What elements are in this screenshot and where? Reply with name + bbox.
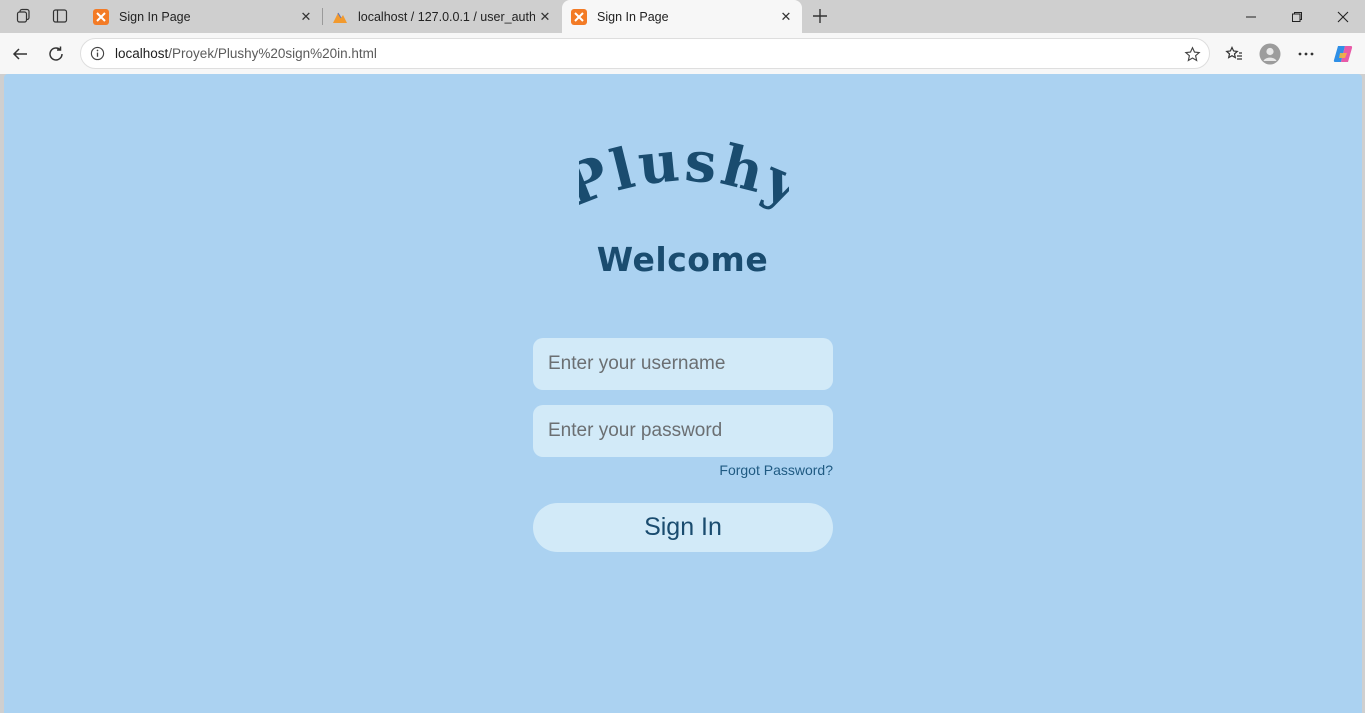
close-tab-icon[interactable]: ✕ [296, 7, 316, 27]
new-tab-button[interactable] [806, 3, 834, 29]
vertical-tabs-icon[interactable] [46, 4, 74, 28]
info-icon[interactable] [89, 46, 105, 62]
close-tab-icon[interactable]: ✕ [776, 7, 796, 27]
tab-title: Sign In Page [119, 9, 191, 24]
xampp-icon [93, 8, 109, 25]
url-host: localhost [115, 46, 169, 61]
refresh-icon[interactable] [41, 39, 71, 69]
plushy-logo: Plushy [579, 140, 789, 220]
copilot-icon[interactable] [1328, 39, 1358, 69]
close-tab-icon[interactable]: ✕ [535, 7, 555, 27]
username-input[interactable] [533, 338, 833, 390]
xampp-icon [571, 8, 587, 25]
tab-phpmyadmin[interactable]: localhost / 127.0.0.1 / user_auth / ✕ [323, 0, 561, 33]
favorites-icon[interactable] [1219, 39, 1249, 69]
welcome-heading: Welcome [596, 240, 769, 279]
tab-sign-in-1[interactable]: Sign In Page ✕ [84, 0, 322, 33]
sign-in-button[interactable]: Sign In [533, 503, 833, 552]
tab-title: localhost / 127.0.0.1 / user_auth / [358, 9, 535, 24]
workspaces-icon[interactable] [10, 4, 38, 28]
more-options-icon[interactable] [1291, 39, 1321, 69]
address-bar[interactable]: localhost/Proyek/Plushy%20sign%20in.html [80, 38, 1210, 69]
tab-strip: Sign In Page ✕ localhost / 127.0.0.1 / u… [0, 0, 1365, 33]
back-arrow-icon[interactable] [5, 39, 35, 69]
forgot-password-link[interactable]: Forgot Password? [533, 462, 833, 478]
profile-avatar-icon[interactable] [1255, 39, 1285, 69]
password-input[interactable] [533, 405, 833, 457]
favorite-star-icon[interactable] [1183, 45, 1201, 63]
tab-sign-in-active[interactable]: Sign In Page ✕ [562, 0, 802, 33]
minimize-icon[interactable] [1228, 0, 1274, 33]
close-window-icon[interactable] [1320, 0, 1365, 33]
svg-text:Plushy: Plushy [579, 140, 789, 220]
browser-toolbar: localhost/Proyek/Plushy%20sign%20in.html [0, 33, 1365, 74]
phpmyadmin-icon [332, 9, 348, 25]
logo-text: Plushy [579, 140, 789, 220]
url-text: localhost/Proyek/Plushy%20sign%20in.html [115, 46, 377, 61]
tab-title: Sign In Page [597, 9, 669, 24]
restore-icon[interactable] [1274, 0, 1320, 33]
url-path: /Proyek/Plushy%20sign%20in.html [168, 46, 377, 61]
